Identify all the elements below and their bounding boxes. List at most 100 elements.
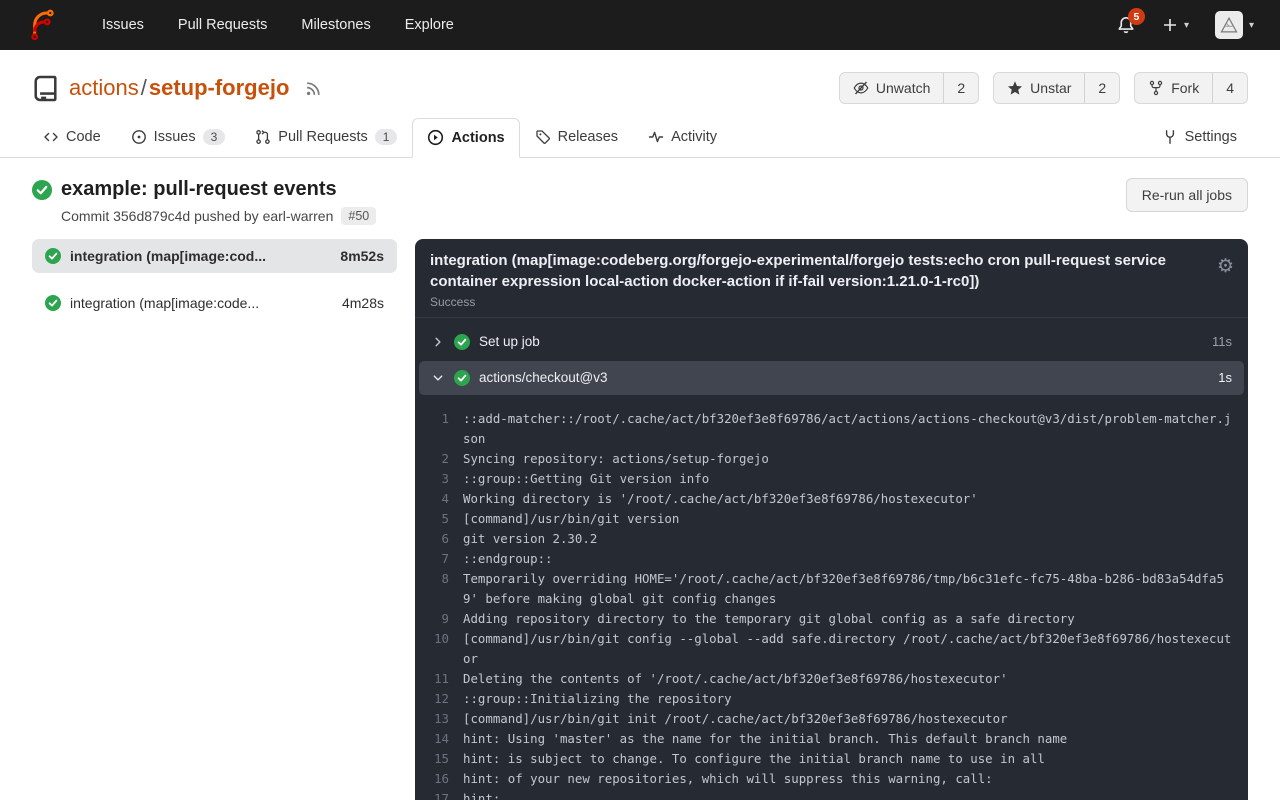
chevron-down-icon: ▾ <box>1184 20 1189 31</box>
log-line-number: 17 <box>415 789 463 800</box>
job-detail-header: integration (map[image:codeberg.org/forg… <box>415 239 1248 317</box>
run-title: example: pull-request events <box>61 178 337 201</box>
chevron-right-icon <box>431 336 445 348</box>
log-line-text: [command]/usr/bin/git version <box>463 509 1248 529</box>
forks-count[interactable]: 4 <box>1212 73 1247 103</box>
star-icon <box>1007 80 1023 96</box>
unstar-button[interactable]: Unstar 2 <box>993 72 1120 104</box>
log-line-number: 13 <box>415 709 463 729</box>
tab-releases-label: Releases <box>558 129 618 145</box>
tag-icon <box>535 129 551 145</box>
user-menu-dropdown[interactable]: ▾ <box>1215 11 1254 39</box>
step-setup-job[interactable]: Set up job 11s <box>419 325 1244 359</box>
tab-pull-requests[interactable]: Pull Requests 1 <box>240 118 412 157</box>
log-settings-gear-icon[interactable]: ⚙ <box>1217 257 1234 276</box>
tab-settings-label: Settings <box>1185 129 1237 145</box>
log-line: 15hint: is subject to change. To configu… <box>415 749 1248 769</box>
fork-label: Fork <box>1171 80 1199 96</box>
repo-name-link[interactable]: setup-forgejo <box>149 75 290 100</box>
forgejo-logo-icon <box>26 9 58 41</box>
log-line: 8Temporarily overriding HOME='/root/.cac… <box>415 569 1248 609</box>
log-line: 7::endgroup:: <box>415 549 1248 569</box>
log-line: 9Adding repository directory to the temp… <box>415 609 1248 629</box>
log-line-number: 8 <box>415 569 463 609</box>
tab-issues[interactable]: Issues 3 <box>116 118 241 157</box>
log-line: 6git version 2.30.2 <box>415 529 1248 549</box>
job-status-text: Success <box>430 295 1204 309</box>
log-line-text: Syncing repository: actions/setup-forgej… <box>463 449 1248 469</box>
job-list-item[interactable]: integration (map[image:cod... 8m52s <box>32 239 397 273</box>
top-navbar: Issues Pull Requests Milestones Explore … <box>0 0 1280 50</box>
success-check-icon <box>32 180 52 200</box>
stars-count[interactable]: 2 <box>1084 73 1119 103</box>
log-line: 16hint: of your new repositories, which … <box>415 769 1248 789</box>
job-list-item[interactable]: integration (map[image:code... 4m28s <box>32 286 397 320</box>
repo-tab-bar: Code Issues 3 Pull Requests 1 Actions <box>0 118 1280 158</box>
pull-requests-count-badge: 1 <box>375 129 398 145</box>
step-duration: 11s <box>1212 334 1232 349</box>
rerun-all-jobs-button[interactable]: Re-run all jobs <box>1126 178 1248 212</box>
tab-actions[interactable]: Actions <box>412 118 519 158</box>
success-check-icon <box>454 370 470 386</box>
nav-link-issues[interactable]: Issues <box>102 17 144 33</box>
log-line-text: Temporarily overriding HOME='/root/.cach… <box>463 569 1248 609</box>
unstar-label: Unstar <box>1030 80 1071 96</box>
log-line: 13[command]/usr/bin/git init /root/.cach… <box>415 709 1248 729</box>
pull-request-icon <box>255 129 271 145</box>
success-check-icon <box>45 248 61 264</box>
tab-code-label: Code <box>66 129 101 145</box>
fork-icon <box>1148 80 1164 96</box>
nav-link-pull-requests[interactable]: Pull Requests <box>178 17 267 33</box>
log-line-text: [command]/usr/bin/git config --global --… <box>463 629 1248 669</box>
log-line-number: 5 <box>415 509 463 529</box>
run-commit-info: Commit 356d879c4d pushed by earl-warren <box>61 208 333 224</box>
repo-icon <box>32 75 59 102</box>
forgejo-logo[interactable] <box>26 9 58 41</box>
play-circle-icon <box>427 129 444 146</box>
log-line-text: [command]/usr/bin/git init /root/.cache/… <box>463 709 1248 729</box>
log-line-text: hint: <box>463 789 1248 800</box>
log-line-number: 16 <box>415 769 463 789</box>
job-name: integration (map[image:code... <box>70 295 259 311</box>
tab-settings[interactable]: Settings <box>1147 118 1252 157</box>
log-line-number: 15 <box>415 749 463 769</box>
tab-activity[interactable]: Activity <box>633 118 732 157</box>
wrench-icon <box>1162 129 1178 145</box>
log-line-text: ::add-matcher::/root/.cache/act/bf320ef3… <box>463 409 1248 449</box>
run-content: integration (map[image:cod... 8m52s inte… <box>0 225 1280 800</box>
step-name: actions/checkout@v3 <box>479 370 608 385</box>
repo-owner-link[interactable]: actions <box>69 75 139 100</box>
nav-link-explore[interactable]: Explore <box>405 17 454 33</box>
nav-link-milestones[interactable]: Milestones <box>301 17 370 33</box>
unwatch-label: Unwatch <box>876 80 930 96</box>
tab-releases[interactable]: Releases <box>520 118 633 157</box>
rss-icon[interactable] <box>305 80 322 97</box>
log-line-number: 1 <box>415 409 463 449</box>
fork-button[interactable]: Fork 4 <box>1134 72 1248 104</box>
log-line-text: hint: is subject to change. To configure… <box>463 749 1248 769</box>
step-log-output[interactable]: 1::add-matcher::/root/.cache/act/bf320ef… <box>415 401 1248 800</box>
log-line: 10[command]/usr/bin/git config --global … <box>415 629 1248 669</box>
tab-issues-label: Issues <box>154 129 196 145</box>
job-list: integration (map[image:cod... 8m52s inte… <box>32 239 397 333</box>
unwatch-button[interactable]: Unwatch 2 <box>839 72 979 104</box>
repo-title: actions/setup-forgejo <box>32 75 322 102</box>
watchers-count[interactable]: 2 <box>943 73 978 103</box>
log-line: 2Syncing repository: actions/setup-forge… <box>415 449 1248 469</box>
log-line-text: Working directory is '/root/.cache/act/b… <box>463 489 1248 509</box>
job-log-panel: integration (map[image:codeberg.org/forg… <box>415 239 1248 800</box>
code-icon <box>43 129 59 145</box>
tab-code[interactable]: Code <box>28 118 116 157</box>
success-check-icon <box>45 295 61 311</box>
step-actions-checkout[interactable]: actions/checkout@v3 1s <box>419 361 1244 395</box>
avatar-image <box>1219 15 1239 35</box>
log-line-number: 12 <box>415 689 463 709</box>
log-line-number: 9 <box>415 609 463 629</box>
issues-count-badge: 3 <box>203 129 226 145</box>
plus-icon <box>1162 17 1178 33</box>
log-line-number: 11 <box>415 669 463 689</box>
log-line-text: Adding repository directory to the tempo… <box>463 609 1248 629</box>
notifications-button[interactable]: 5 <box>1116 15 1136 35</box>
create-new-dropdown[interactable]: ▾ <box>1162 17 1189 33</box>
repo-header: actions/setup-forgejo Unwatch 2 <box>0 50 1280 118</box>
